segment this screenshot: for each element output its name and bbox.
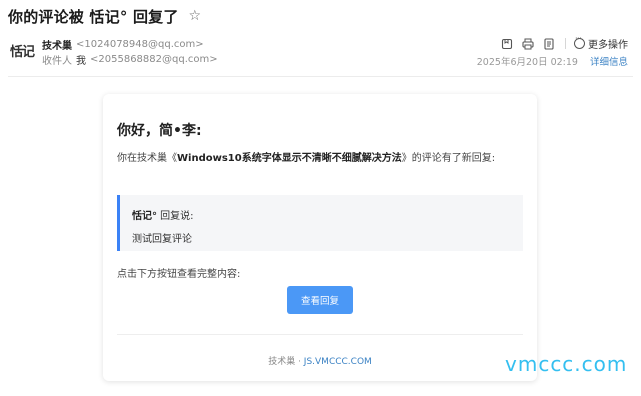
hint-text: 点击下方按钮查看完整内容: — [117, 269, 241, 280]
sender-row: 技术巢 <1024078948@qq.com> — [42, 37, 204, 52]
intro-prefix: 你在技术巢《 — [117, 153, 177, 164]
header-divider — [8, 76, 633, 77]
recipient-row: 收件人 我 <2055868882@qq.com> — [42, 52, 218, 67]
meta-row: 2025年6月20日 02:19 详细信息 — [477, 54, 628, 68]
reply-said: 回复说: — [157, 211, 194, 222]
toolbar-divider — [565, 38, 566, 49]
recipient-label: 收件人 — [42, 56, 72, 67]
more-actions-button[interactable]: 更多操作 — [574, 34, 628, 51]
email-card: 你好，简•李: 你在技术巢《Windows10系统字体显示不清晰不细腻解决方法》… — [103, 94, 537, 381]
view-reply-button[interactable]: 查看回复 — [287, 286, 353, 314]
sender-address: <1024078948@qq.com> — [76, 39, 204, 50]
print-icon[interactable] — [522, 38, 534, 50]
card-divider — [117, 334, 523, 335]
email-date: 2025年6月20日 02:19 — [476, 57, 578, 68]
action-toolbar: 更多操作 — [492, 34, 628, 51]
avatar: 恬记 — [9, 44, 35, 60]
email-subject: 你的评论被 恬记° 回复了 — [8, 7, 179, 26]
footer-site: 技术巢 · — [268, 357, 304, 367]
more-icon — [574, 34, 585, 49]
reply-quote: 恬记° 回复说: 测试回复评论 — [117, 195, 523, 251]
recipient-name[interactable]: 我 — [76, 52, 86, 67]
sender-name[interactable]: 技术巢 — [42, 37, 72, 52]
more-actions-label: 更多操作 — [588, 40, 628, 51]
subject-row: 你的评论被 恬记° 回复了 ☆ — [8, 6, 201, 26]
watermark: vmccc.com — [505, 352, 628, 376]
quote-header: 恬记° 回复说: — [132, 207, 523, 222]
tag-icon[interactable] — [501, 38, 513, 50]
intro-suffix: 》的评论有了新回复: — [401, 153, 496, 164]
note-icon[interactable] — [543, 37, 555, 50]
greeting: 你好，简•李: — [117, 123, 202, 139]
footer-link[interactable]: JS.VMCCC.COM — [304, 357, 372, 367]
reply-author: 恬记° — [132, 211, 157, 222]
recipient-address: <2055868882@qq.com> — [90, 54, 218, 65]
star-icon[interactable]: ☆ — [189, 8, 202, 24]
reply-text: 测试回复评论 — [132, 234, 192, 245]
intro-text: 你在技术巢《Windows10系统字体显示不清晰不细腻解决方法》的评论有了新回复… — [117, 151, 525, 167]
article-title: Windows10系统字体显示不清晰不细腻解决方法 — [177, 153, 402, 164]
details-link[interactable]: 详细信息 — [590, 54, 628, 68]
card-footer: 技术巢 · JS.VMCCC.COM — [103, 354, 537, 367]
